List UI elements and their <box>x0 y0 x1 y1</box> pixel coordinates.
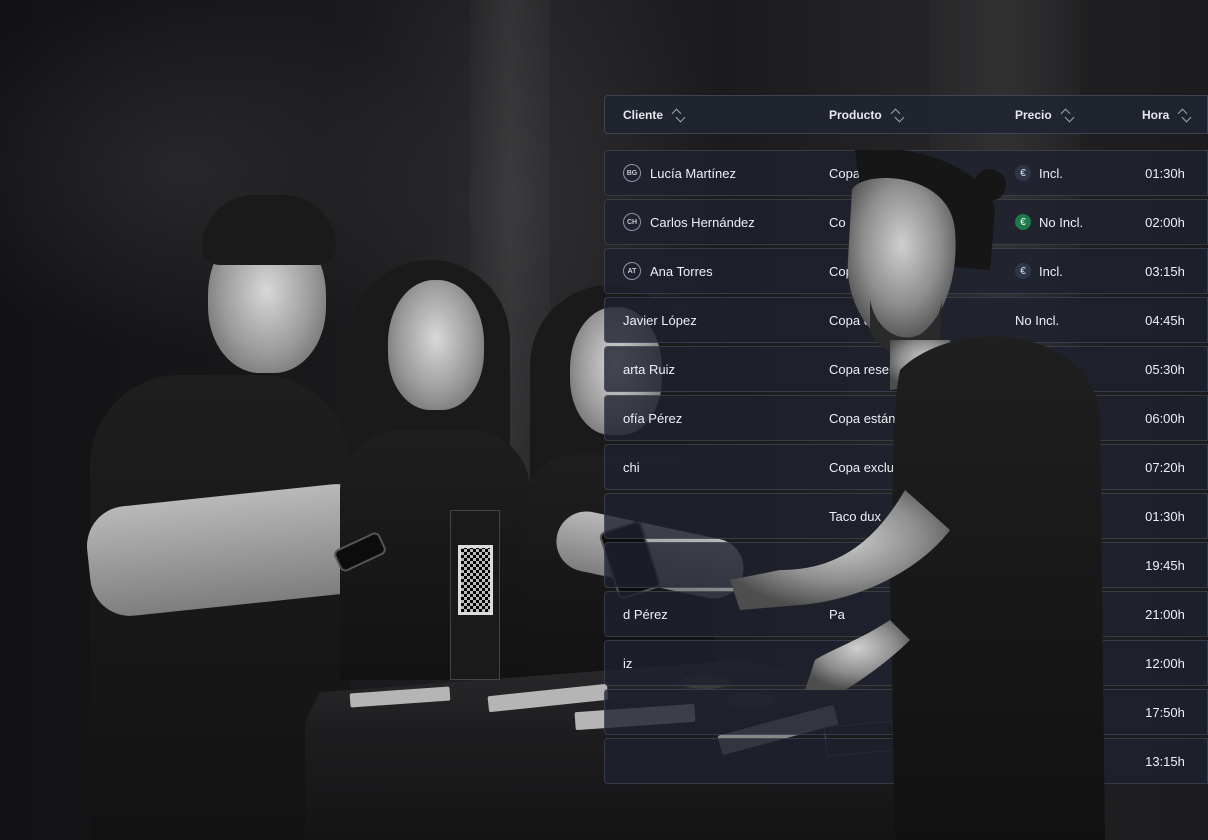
cell-precio <box>1015 739 1125 783</box>
column-header-producto[interactable]: Producto <box>829 96 904 133</box>
client-name: Ana Torres <box>650 263 713 279</box>
cell-producto: Cop <box>829 263 853 279</box>
cell-hora: 13:15h <box>1145 753 1185 769</box>
column-header-label: Precio <box>1015 107 1052 122</box>
client-name: chi <box>623 459 640 475</box>
cell-precio <box>1015 543 1125 587</box>
cell-precio <box>1015 641 1125 685</box>
cell-hora: 07:20h <box>1145 459 1185 475</box>
cell-precio: € Incl. <box>1015 151 1125 195</box>
table-row[interactable]: Pasta al pe 19:45h <box>604 542 1208 588</box>
column-header-label: Cliente <box>623 107 664 122</box>
table-row[interactable]: AT Ana Torres Cop € Incl. 03:15h <box>604 248 1208 294</box>
column-header-hora[interactable]: Hora <box>1142 96 1191 133</box>
cell-cliente: AT Ana Torres <box>623 249 823 293</box>
cell-hora: 04:45h <box>1145 312 1185 328</box>
cell-cliente: d Pérez <box>623 592 823 636</box>
cell-precio: € Incl. <box>1015 249 1125 293</box>
cell-hora: 02:00h <box>1145 214 1185 230</box>
cell-hora: 01:30h <box>1145 508 1185 524</box>
cell-precio <box>1015 445 1125 489</box>
cell-hora: 12:00h <box>1145 655 1185 671</box>
cell-cliente <box>623 494 823 538</box>
cell-cliente <box>623 543 823 587</box>
column-header-cliente[interactable]: Cliente <box>623 96 685 133</box>
cell-precio <box>1015 494 1125 538</box>
table-row[interactable]: CH Carlos Hernández Co € No Incl. 02:00h <box>604 199 1208 245</box>
table-row[interactable]: chi Copa exclus 07:20h <box>604 444 1208 490</box>
cell-precio <box>1015 592 1125 636</box>
sort-icon[interactable] <box>890 108 904 122</box>
cell-hora: 19:45h <box>1145 557 1185 573</box>
cell-cliente: iz <box>623 641 823 685</box>
cell-producto: Pa <box>829 606 845 622</box>
column-header-label: Hora <box>1142 107 1170 122</box>
cell-hora: 21:00h <box>1145 606 1185 622</box>
sort-icon[interactable] <box>1060 108 1074 122</box>
cell-cliente <box>623 739 823 783</box>
column-header-precio[interactable]: Precio <box>1015 96 1074 133</box>
qr-code-icon <box>458 545 493 615</box>
price-status: Incl. <box>1039 165 1063 181</box>
cell-producto: Copa estándar <box>829 410 915 426</box>
table-row[interactable]: iz 12:00h <box>604 640 1208 686</box>
cell-hora: 06:00h <box>1145 410 1185 426</box>
client-name: arta Ruiz <box>623 361 676 377</box>
cell-hora: 03:15h <box>1145 263 1185 279</box>
price-status: No Incl. <box>1039 214 1084 230</box>
cell-precio: No Incl. <box>1015 298 1125 342</box>
cell-cliente <box>623 690 823 734</box>
client-name: Lucía Martínez <box>650 165 736 181</box>
euro-icon: € <box>1015 263 1031 279</box>
cell-cliente: chi <box>623 445 823 489</box>
table-row[interactable]: 17:50h <box>604 689 1208 735</box>
sort-icon[interactable] <box>671 108 685 122</box>
cell-producto: Copa reserva x2 <box>829 361 925 377</box>
cell-cliente: CH Carlos Hernández <box>623 200 823 244</box>
cell-cliente: arta Ruiz <box>623 347 823 391</box>
client-name: iz <box>623 655 633 671</box>
client-name: Javier López <box>623 312 697 328</box>
cell-producto <box>829 690 999 734</box>
price-status: Incl. <box>1039 263 1063 279</box>
table-row[interactable]: Taco dux 01:30h <box>604 493 1208 539</box>
sort-icon[interactable] <box>1177 108 1191 122</box>
cell-hora: 05:30h <box>1145 361 1185 377</box>
cell-precio: € No Incl. <box>1015 200 1125 244</box>
cell-producto: Copa <box>829 165 861 181</box>
column-header-label: Producto <box>829 107 882 122</box>
table-row[interactable]: ofía Pérez Copa estándar 06:00h <box>604 395 1208 441</box>
cell-precio <box>1015 347 1125 391</box>
cell-precio <box>1015 396 1125 440</box>
table-row[interactable]: d Pérez Pa 21:00h <box>604 591 1208 637</box>
cell-producto: Co <box>829 214 846 230</box>
cell-cliente: ofía Pérez <box>623 396 823 440</box>
table-row[interactable]: BG Lucía Martínez Copa € Incl. 01:30h <box>604 150 1208 196</box>
cell-producto <box>829 739 999 783</box>
table-row[interactable]: arta Ruiz Copa reserva x2 05:30h <box>604 346 1208 392</box>
avatar: AT <box>623 262 641 280</box>
avatar: CH <box>623 213 641 231</box>
client-name: ofía Pérez <box>623 410 683 426</box>
price-status: No Incl. <box>1015 312 1060 328</box>
cell-producto: Taco dux <box>829 508 882 524</box>
cell-cliente: BG Lucía Martínez <box>623 151 823 195</box>
cell-precio <box>1015 690 1125 734</box>
client-name: d Pérez <box>623 606 668 622</box>
cell-producto: Pasta al pe <box>829 557 895 573</box>
avatar: BG <box>623 164 641 182</box>
client-name: Carlos Hernández <box>650 214 755 230</box>
euro-icon: € <box>1015 214 1031 230</box>
cell-cliente: Javier López <box>623 298 823 342</box>
table-row[interactable]: Javier López Copa esp No Incl. 04:45h <box>604 297 1208 343</box>
cell-producto <box>829 641 999 685</box>
cell-producto: Copa exclus <box>829 459 901 475</box>
table-row[interactable]: 13:15h <box>604 738 1208 784</box>
cell-producto: Copa esp <box>829 312 885 328</box>
cell-hora: 01:30h <box>1145 165 1185 181</box>
euro-icon: € <box>1015 165 1031 181</box>
table-header: Cliente Producto Precio Hora <box>604 95 1208 134</box>
cell-hora: 17:50h <box>1145 704 1185 720</box>
